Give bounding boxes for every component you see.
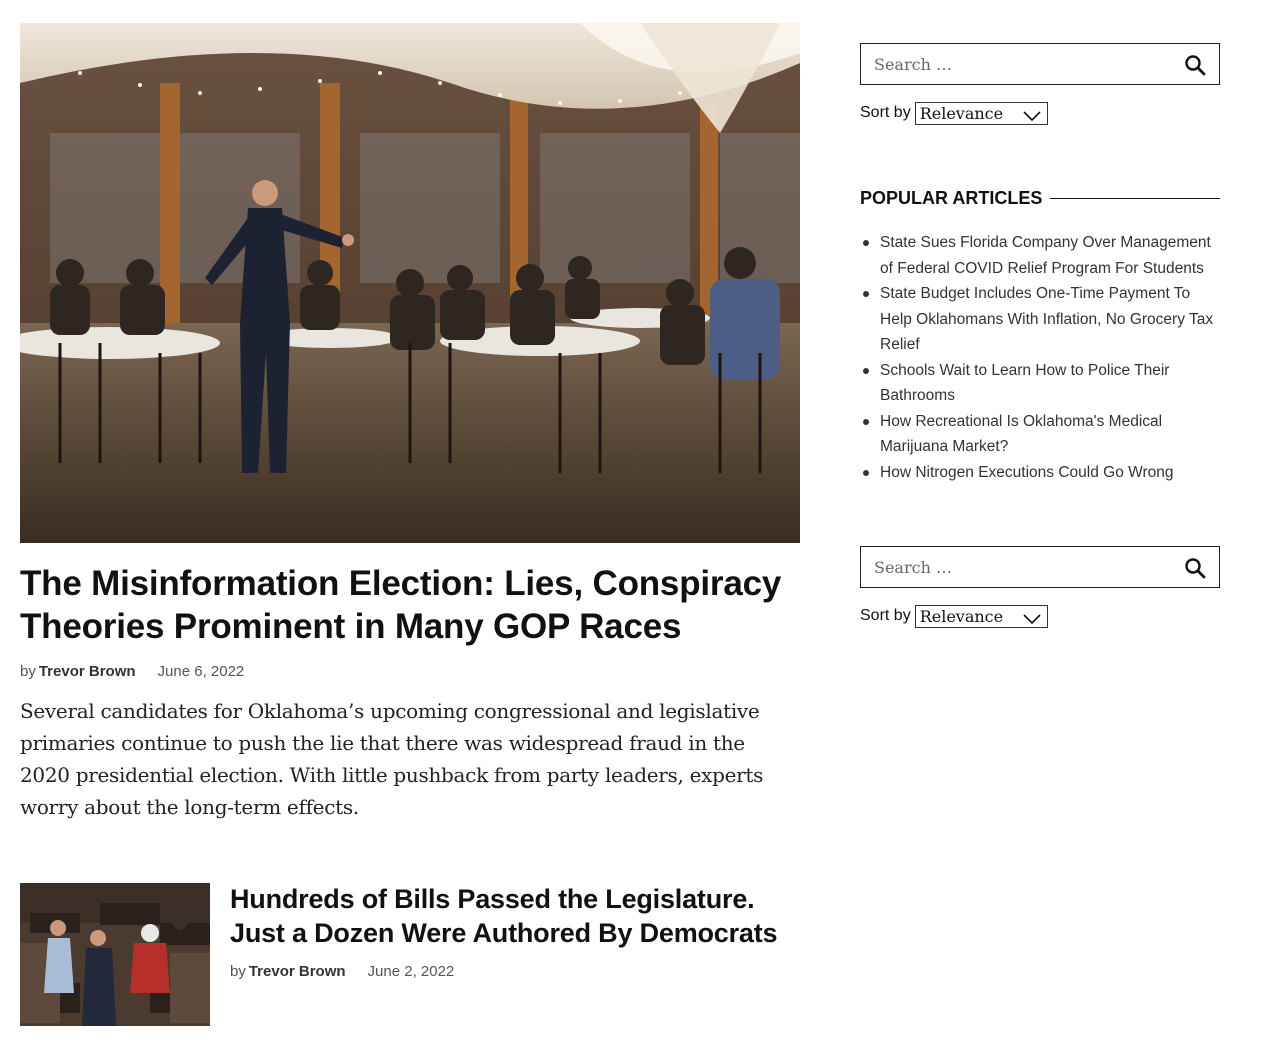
popular-article-link[interactable]: State Sues Florida Company Over Manageme… <box>880 234 1211 277</box>
heading-rule <box>1050 197 1220 199</box>
list-item: How Recreational Is Oklahoma's Medical M… <box>860 409 1225 460</box>
hero-image[interactable] <box>20 23 800 543</box>
card-date: June 2, 2022 <box>367 963 455 980</box>
popular-article-link[interactable]: State Budget Includes One-Time Payment T… <box>880 285 1213 353</box>
search-icon[interactable] <box>1183 556 1207 580</box>
sort-label: Sort by <box>860 104 911 121</box>
popular-article-link[interactable]: How Nitrogen Executions Could Go Wrong <box>880 464 1174 481</box>
list-item: How Nitrogen Executions Could Go Wrong <box>860 460 1225 486</box>
sort-select-bottom[interactable]: Relevance <box>914 604 1048 628</box>
list-item: Schools Wait to Learn How to Police Thei… <box>860 358 1225 409</box>
sort-selected-value: Relevance <box>919 103 1004 123</box>
hero-byline: by Trevor Brown June 6, 2022 <box>20 663 244 680</box>
hero-author-link[interactable]: Trevor Brown <box>39 663 136 680</box>
card-thumbnail[interactable] <box>20 883 210 1026</box>
card-author-link[interactable]: Trevor Brown <box>249 963 346 980</box>
sort-label: Sort by <box>860 607 911 624</box>
popular-article-link[interactable]: Schools Wait to Learn How to Police Thei… <box>880 362 1169 405</box>
popular-articles-title: POPULAR ARTICLES <box>860 187 1043 208</box>
card-byline: by Trevor Brown June 2, 2022 <box>230 963 454 980</box>
chevron-down-icon <box>1023 610 1041 624</box>
card-article-title[interactable]: Hundreds of Bills Passed the Legislature… <box>230 882 800 950</box>
sort-select-top[interactable]: Relevance <box>914 101 1048 125</box>
sort-row-top: Sort by Relevance <box>860 101 1048 125</box>
popular-articles-heading: POPULAR ARTICLES <box>860 186 1220 210</box>
list-item: State Budget Includes One-Time Payment T… <box>860 281 1225 358</box>
sort-selected-value: Relevance <box>919 606 1004 626</box>
popular-articles-list: State Sues Florida Company Over Manageme… <box>860 230 1225 485</box>
card-photo-illustration <box>20 883 210 1026</box>
sort-row-bottom: Sort by Relevance <box>860 604 1048 628</box>
hero-excerpt: Several candidates for Oklahoma’s upcomi… <box>20 699 764 819</box>
hero-article-title[interactable]: The Misinformation Election: Lies, Consp… <box>20 562 800 648</box>
search-form-top <box>860 43 1220 85</box>
popular-article-link[interactable]: How Recreational Is Oklahoma's Medical M… <box>880 413 1162 456</box>
search-form-bottom <box>860 546 1220 588</box>
byline-by-label: by <box>20 663 36 680</box>
hero-date: June 6, 2022 <box>157 663 245 680</box>
search-input-top[interactable] <box>861 44 1171 84</box>
search-input-bottom[interactable] <box>861 547 1171 587</box>
list-item: State Sues Florida Company Over Manageme… <box>860 230 1225 281</box>
search-icon[interactable] <box>1183 53 1207 77</box>
hero-photo-illustration <box>20 23 800 543</box>
chevron-down-icon <box>1023 107 1041 121</box>
byline-by-label: by <box>230 963 246 980</box>
